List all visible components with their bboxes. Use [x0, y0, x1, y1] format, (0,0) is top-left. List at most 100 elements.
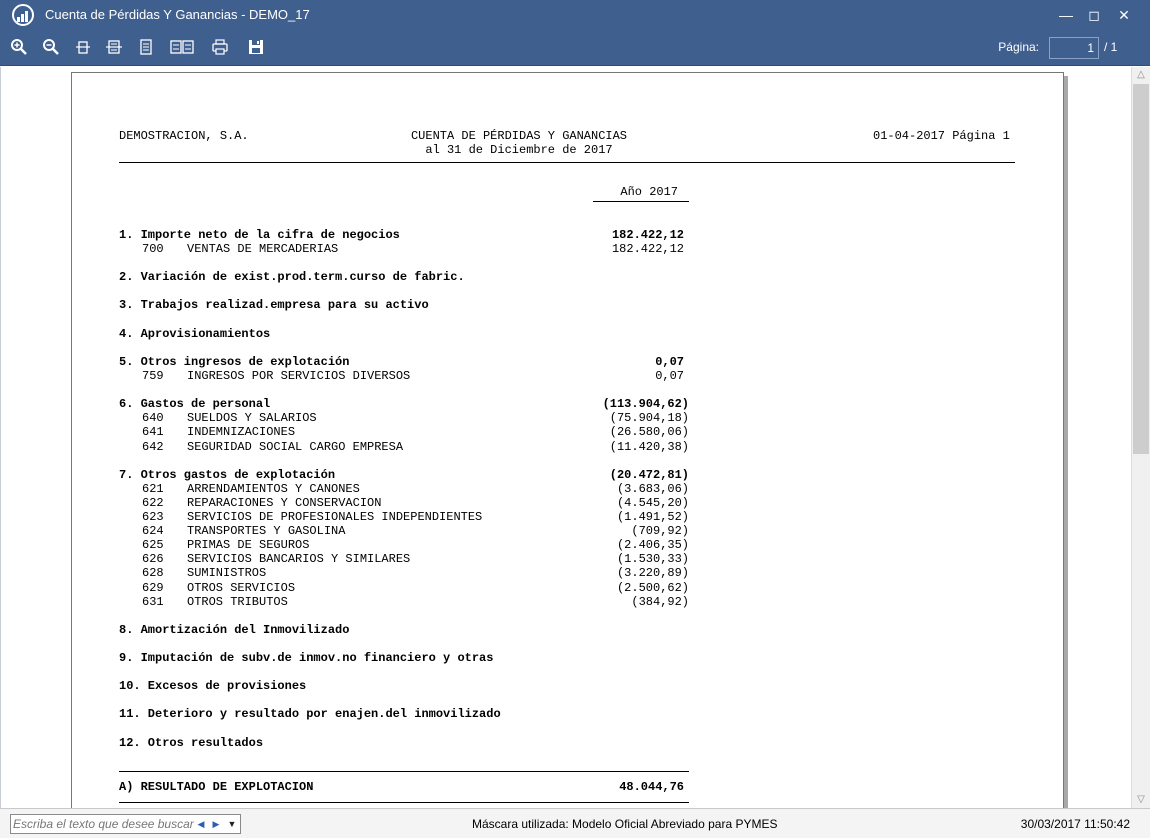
- section-label: 2. Variación de exist.prod.term.curso de…: [119, 270, 465, 284]
- account-name: PRIMAS DE SEGUROS: [187, 538, 310, 552]
- viewer-toolbar: [0, 30, 1150, 66]
- account-name: OTROS SERVICIOS: [187, 581, 296, 595]
- page-total: / 1: [1104, 40, 1118, 54]
- account-code: 642: [142, 440, 164, 454]
- result-top-rule: [119, 771, 689, 772]
- account-amount: (2.500,62): [616, 581, 689, 595]
- section-label: 3. Trabajos realizad.empresa para su act…: [119, 298, 429, 312]
- section-label: 6. Gastos de personal: [119, 397, 271, 411]
- account-amount: (75.904,18): [609, 411, 689, 425]
- section-label: 8. Amortización del Inmovilizado: [119, 623, 350, 637]
- account-amount: (4.545,20): [616, 496, 689, 510]
- vertical-scrollbar[interactable]: △ ▽: [1131, 67, 1150, 808]
- account-amount: (1.530,33): [616, 552, 689, 566]
- fit-page-icon[interactable]: [74, 38, 94, 58]
- account-name: OTROS TRIBUTOS: [187, 595, 288, 609]
- account-name: VENTAS DE MERCADERIAS: [187, 242, 339, 256]
- account-amount: (1.491,52): [616, 510, 689, 524]
- zoom-out-icon[interactable]: [42, 38, 62, 58]
- account-code: 631: [142, 595, 164, 609]
- search-next-icon[interactable]: ▶: [210, 817, 222, 831]
- app-logo-icon: [12, 4, 34, 26]
- account-code: 641: [142, 425, 164, 439]
- account-name: REPARACIONES Y CONSERVACION: [187, 496, 382, 510]
- report-date-page: 01-04-2017 Página 1: [873, 129, 1010, 143]
- search-prev-icon[interactable]: ◀: [195, 817, 207, 831]
- company-name: DEMOSTRACION, S.A.: [119, 129, 249, 143]
- section-label: 12. Otros resultados: [119, 736, 264, 750]
- scroll-thumb[interactable]: [1133, 84, 1149, 454]
- result-bottom-rule: [119, 802, 689, 803]
- scroll-up-icon[interactable]: △: [1132, 67, 1150, 83]
- section-amount: 0,07: [655, 355, 684, 369]
- section-amount: (113.904,62): [602, 397, 689, 411]
- fit-width-icon[interactable]: [105, 38, 125, 58]
- account-amount: (26.580,06): [609, 425, 689, 439]
- search-options-icon[interactable]: ▼: [226, 817, 238, 831]
- account-amount: (11.420,38): [609, 440, 689, 454]
- result-label: A) RESULTADO DE EXPLOTACION: [119, 780, 314, 794]
- account-code: 625: [142, 538, 164, 552]
- mask-info: Máscara utilizada: Modelo Oficial Abrevi…: [472, 817, 778, 831]
- account-name: INGRESOS POR SERVICIOS DIVERSOS: [187, 369, 411, 383]
- header-divider: [119, 162, 1015, 163]
- account-code: 700: [142, 242, 164, 256]
- page-number-input[interactable]: [1049, 37, 1099, 59]
- account-amount: (3.220,89): [616, 566, 689, 580]
- account-name: INDEMNIZACIONES: [187, 425, 296, 439]
- account-amount: 182.422,12: [611, 242, 684, 256]
- status-bar: ◀ ▶ ▼ Máscara utilizada: Modelo Oficial …: [0, 808, 1150, 838]
- account-name: ARRENDAMIENTOS Y CANONES: [187, 482, 360, 496]
- account-code: 640: [142, 411, 164, 425]
- account-name: SUELDOS Y SALARIOS: [187, 411, 317, 425]
- title-bar: Cuenta de Pérdidas Y Ganancias - DEMO_17…: [0, 0, 1150, 30]
- section-amount: (20.472,81): [609, 468, 689, 482]
- account-name: SUMINISTROS: [187, 566, 267, 580]
- account-amount: (2.406,35): [616, 538, 689, 552]
- search-box: ◀ ▶ ▼: [10, 814, 241, 834]
- account-code: 628: [142, 566, 164, 580]
- search-input[interactable]: [13, 816, 195, 832]
- column-header-underline: [593, 201, 689, 202]
- account-amount: (709,92): [631, 524, 689, 538]
- scroll-down-icon[interactable]: ▽: [1132, 792, 1150, 808]
- section-label: 7. Otros gastos de explotación: [119, 468, 336, 482]
- account-name: TRANSPORTES Y GASOLINA: [187, 524, 346, 538]
- section-label: 9. Imputación de subv.de inmov.no financ…: [119, 651, 494, 665]
- minimize-button[interactable]: —: [1051, 0, 1081, 30]
- account-name: SEGURIDAD SOCIAL CARGO EMPRESA: [187, 440, 404, 454]
- account-name: SERVICIOS BANCARIOS Y SIMILARES: [187, 552, 411, 566]
- zoom-in-icon[interactable]: [10, 38, 30, 58]
- account-amount: (384,92): [631, 595, 689, 609]
- account-code: 759: [142, 369, 164, 383]
- two-pages-icon[interactable]: [169, 38, 195, 58]
- report-subtitle: al 31 de Diciembre de 2017: [425, 143, 613, 157]
- report-title: CUENTA DE PÉRDIDAS Y GANANCIAS: [410, 129, 628, 143]
- account-code: 621: [142, 482, 164, 496]
- account-name: SERVICIOS DE PROFESIONALES INDEPENDIENTE…: [187, 510, 483, 524]
- section-label: 4. Aprovisionamientos: [119, 327, 271, 341]
- report-viewer: DEMOSTRACION, S.A. CUENTA DE PÉRDIDAS Y …: [0, 67, 1131, 808]
- maximize-button[interactable]: ◻: [1079, 0, 1109, 30]
- close-button[interactable]: ✕: [1109, 0, 1139, 30]
- account-code: 622: [142, 496, 164, 510]
- account-amount: (3.683,06): [616, 482, 689, 496]
- print-icon[interactable]: [211, 38, 231, 58]
- section-label: 1. Importe neto de la cifra de negocios: [119, 228, 400, 242]
- report-page: DEMOSTRACION, S.A. CUENTA DE PÉRDIDAS Y …: [71, 72, 1064, 808]
- section-label: 11. Deterioro y resultado por enajen.del…: [119, 707, 501, 721]
- single-page-icon[interactable]: [137, 38, 157, 58]
- window-title: Cuenta de Pérdidas Y Ganancias - DEMO_17: [45, 7, 310, 22]
- account-code: 626: [142, 552, 164, 566]
- section-label: 5. Otros ingresos de explotación: [119, 355, 350, 369]
- account-code: 624: [142, 524, 164, 538]
- status-datetime: 30/03/2017 11:50:42: [1020, 817, 1130, 831]
- account-code: 623: [142, 510, 164, 524]
- account-amount: 0,07: [655, 369, 684, 383]
- section-label: 10. Excesos de provisiones: [119, 679, 307, 693]
- column-header: Año 2017: [620, 185, 678, 199]
- account-code: 629: [142, 581, 164, 595]
- save-icon[interactable]: [247, 38, 267, 58]
- page-label: Página:: [998, 40, 1039, 54]
- result-amount: 48.044,76: [619, 780, 684, 794]
